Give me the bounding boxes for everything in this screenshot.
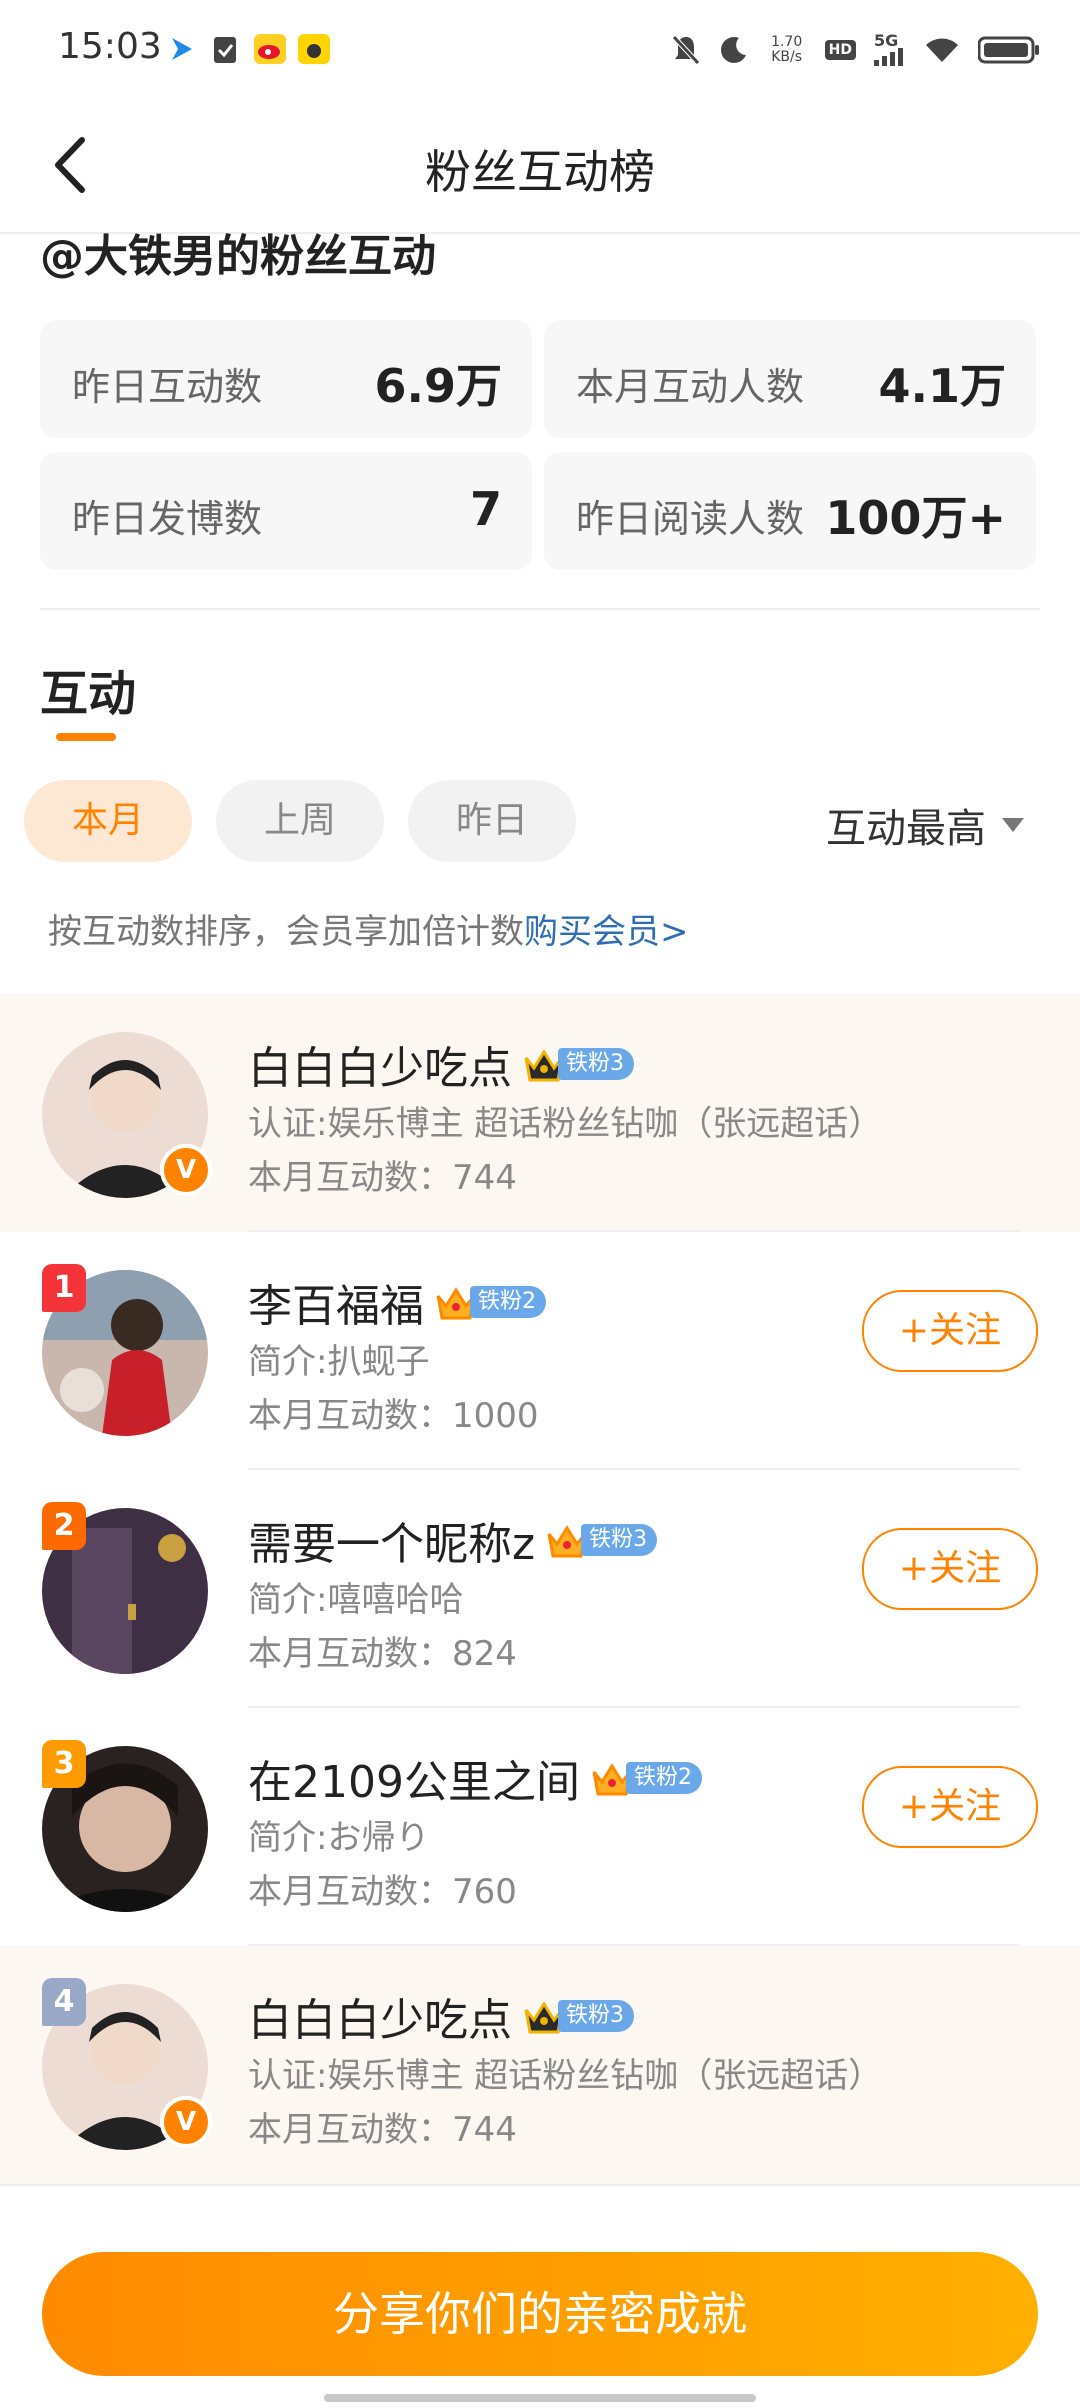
fan-badge: 铁粉2 (590, 1760, 702, 1796)
section-title[interactable]: 互动 (40, 654, 136, 724)
battery-icon (978, 36, 1039, 64)
list-item[interactable]: 3 在2109公里之间 铁粉2 简介:お帰り 本月互动数：760 +关注 (0, 1708, 1080, 1946)
verified-badge-icon: V (160, 1144, 212, 1196)
fan-badge: 铁粉3 (522, 1046, 634, 1082)
filter-yesterday[interactable]: 昨日 (408, 780, 576, 862)
stat-label: 昨日互动数 (72, 365, 263, 409)
interaction-count: 本月互动数：744 (248, 1158, 517, 1198)
fan-badge: 铁粉3 (522, 1998, 634, 2034)
page-title: 粉丝互动榜 (425, 145, 655, 199)
user-name-row: 白白白少吃点 铁粉3 (248, 1984, 634, 2048)
status-bar: 15:03 1.70 KB/s HD 5G (0, 0, 1080, 100)
user-name[interactable]: 白白白少吃点 (248, 1984, 512, 2048)
user-desc: 认证:娱乐博主 超话粉丝钻咖（张远超话） (248, 2056, 883, 2096)
stat-label: 昨日阅读人数 (576, 497, 805, 541)
user-name-row: 李百福福 铁粉2 (248, 1270, 546, 1334)
interaction-count: 本月互动数：1000 (248, 1396, 539, 1436)
interaction-count: 本月互动数：760 (248, 1872, 517, 1912)
user-desc: 简介:お帰り (248, 1818, 430, 1858)
divider (40, 608, 1040, 610)
status-right-icons: 1.70 KB/s HD 5G (671, 28, 1040, 72)
sort-label: 互动最高 (826, 806, 986, 852)
stat-value: 4.1万 (878, 359, 1007, 413)
verified-badge-icon: V (160, 2096, 212, 2148)
rank-badge: 2 (42, 1502, 86, 1550)
user-name-row: 白白白少吃点 铁粉3 (248, 1032, 634, 1096)
app-yellow-icon (298, 34, 330, 64)
sort-hint: 按互动数排序，会员享加倍计数购买会员> (48, 904, 689, 953)
list-item[interactable]: 1 李百福福 铁粉2 简介:扒蚬子 本月互动数：1000 +关注 (0, 1232, 1080, 1470)
user-name-row: 在2109公里之间 铁粉2 (248, 1746, 702, 1810)
mute-bell-icon (671, 35, 700, 65)
tab-indicator (56, 733, 116, 741)
rank-badge: 3 (42, 1740, 86, 1788)
user-name[interactable]: 白白白少吃点 (248, 1032, 512, 1096)
divider (0, 2184, 1080, 2186)
status-time: 15:03 (58, 26, 162, 67)
user-name-row: 需要一个昵称z 铁粉3 (248, 1508, 658, 1572)
page-handle: @大铁男的粉丝互动 (40, 231, 436, 282)
user-name[interactable]: 在2109公里之间 (248, 1746, 580, 1810)
share-achievement-button[interactable]: 分享你们的亲密成就 (42, 2252, 1038, 2376)
follow-button[interactable]: +关注 (862, 1766, 1038, 1848)
filter-this-month[interactable]: 本月 (24, 780, 192, 862)
sort-dropdown[interactable]: 互动最高 (826, 796, 1024, 854)
hint-text: 按互动数排序，会员享加倍计数 (48, 912, 524, 952)
stat-label: 本月互动人数 (576, 365, 805, 409)
stat-label: 昨日发博数 (72, 497, 263, 541)
interaction-count: 本月互动数：824 (248, 1634, 517, 1674)
follow-button[interactable]: +关注 (862, 1528, 1038, 1610)
fan-badge: 铁粉2 (434, 1284, 546, 1320)
net-speed: 1.70 KB/s (771, 34, 803, 65)
fan-badge: 铁粉3 (545, 1522, 658, 1558)
user-desc: 简介:扒蚬子 (248, 1342, 430, 1382)
user-desc: 认证:娱乐博主 超话粉丝钻咖（张远超话） (248, 1104, 883, 1144)
stat-value: 100万+ (825, 491, 1006, 545)
list-item[interactable]: 2 需要一个昵称z 铁粉3 简介:嘻嘻哈哈 本月互动数：824 +关注 (0, 1470, 1080, 1708)
weibo-icon (254, 34, 286, 64)
stat-value: 6.9万 (374, 359, 503, 413)
dropdown-arrow-icon (1002, 818, 1024, 832)
cellular-signal-icon: 5G (874, 33, 906, 66)
list-item[interactable]: 4 V 白白白少吃点 铁粉3 认证:娱乐博主 超话粉丝钻咖（张远超话） 本月互动… (0, 1946, 1080, 2184)
stat-card: 昨日发博数 7 (40, 452, 532, 570)
rank-badge: 4 (42, 1978, 86, 2026)
nav-bar: 粉丝互动榜 (0, 100, 1080, 234)
stat-value: 7 (469, 482, 502, 536)
stat-card: 昨日互动数 6.9万 (40, 320, 532, 438)
list-item[interactable]: V 白白白少吃点 铁粉3 认证:娱乐博主 超话粉丝钻咖（张远超话） 本月互动数：… (0, 994, 1080, 1232)
filter-last-week[interactable]: 上周 (216, 780, 384, 862)
user-name[interactable]: 李百福福 (248, 1270, 424, 1334)
interaction-count: 本月互动数：744 (248, 2110, 517, 2150)
buy-vip-link[interactable]: 购买会员> (524, 912, 689, 952)
rank-badge: 1 (42, 1264, 86, 1312)
home-indicator[interactable] (324, 2394, 756, 2402)
hd-badge: HD (824, 40, 856, 60)
app-notification-icon (172, 38, 192, 60)
stat-card: 昨日阅读人数 100万+ (544, 452, 1036, 570)
wifi-icon (926, 38, 958, 62)
follow-button[interactable]: +关注 (862, 1290, 1038, 1372)
user-desc: 简介:嘻嘻哈哈 (248, 1580, 464, 1620)
user-name[interactable]: 需要一个昵称z (248, 1508, 535, 1572)
clipboard-check-icon (214, 37, 236, 63)
stat-card: 本月互动人数 4.1万 (544, 320, 1036, 438)
moon-icon (720, 37, 746, 63)
